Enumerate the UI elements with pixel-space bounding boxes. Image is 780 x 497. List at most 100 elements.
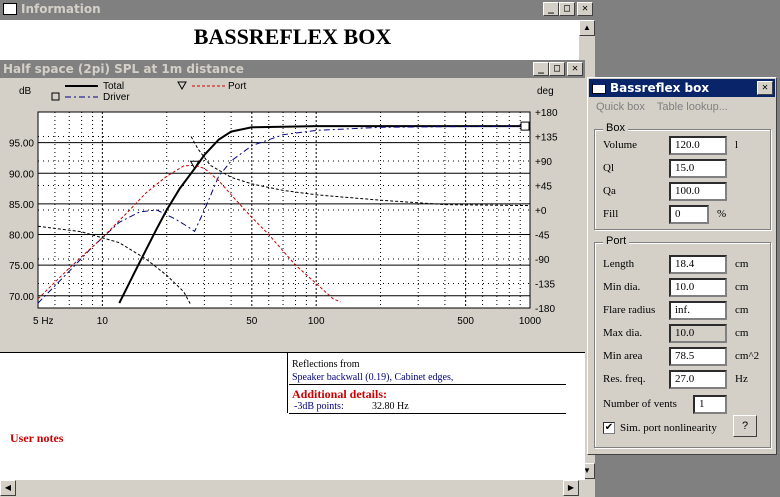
info-content: BASSREFLEX BOX bbox=[0, 20, 585, 62]
box-group: Box Volume l Ql Qa Fill % bbox=[594, 122, 771, 230]
box-group-label: Box bbox=[603, 122, 628, 134]
flare-radius-unit: cm bbox=[735, 304, 749, 316]
x-tick-label: 10 bbox=[97, 316, 109, 327]
length-label: Length bbox=[603, 258, 635, 270]
res-freq-unit: Hz bbox=[735, 373, 748, 385]
y-axis-right-label: deg bbox=[537, 86, 554, 97]
x-tick-label: 100 bbox=[308, 316, 325, 327]
dialog-titlebar[interactable]: Bassreflex box ✕ bbox=[589, 79, 775, 97]
y2-tick-label: +180 bbox=[535, 108, 558, 119]
scroll-left-arrow-icon[interactable]: ◀ bbox=[0, 480, 16, 496]
close-button[interactable]: ✕ bbox=[577, 2, 593, 16]
user-notes-title: User notes bbox=[10, 431, 64, 445]
legend-driver-label: Driver bbox=[103, 92, 130, 103]
length-input[interactable] bbox=[669, 254, 727, 274]
details-panel: Reflections from Speaker backwall (0.19)… bbox=[0, 352, 585, 480]
volume-input[interactable] bbox=[669, 135, 727, 155]
additional-details-title: Additional details: bbox=[292, 387, 388, 401]
legend-driver-marker bbox=[51, 92, 60, 101]
divider bbox=[289, 384, 566, 385]
flare-radius-input[interactable] bbox=[669, 300, 727, 320]
min-dia-label: Min dia. bbox=[603, 281, 641, 293]
y2-tick-label: -45 bbox=[535, 231, 550, 242]
divider bbox=[289, 413, 566, 414]
min-area-input[interactable] bbox=[669, 346, 727, 366]
legend-port-marker bbox=[177, 81, 187, 91]
maximize-button[interactable]: □ bbox=[559, 2, 575, 16]
menu-quick-box[interactable]: Quick box bbox=[596, 101, 645, 113]
maximize-button[interactable]: □ bbox=[549, 62, 565, 76]
info-window-titlebar[interactable]: Information _ □ ✕ bbox=[0, 0, 595, 18]
y2-tick-label: +45 bbox=[535, 182, 552, 193]
y2-tick-label: +0 bbox=[535, 206, 547, 217]
db-points-value: 32.80 Hz bbox=[372, 401, 409, 412]
y-axis-left-label: dB bbox=[19, 86, 32, 97]
max-dia-unit: cm bbox=[735, 327, 749, 339]
driver-marker bbox=[520, 121, 530, 131]
menu-table-lookup[interactable]: Table lookup... bbox=[657, 101, 728, 113]
port-group: Port Length cm Min dia. cm Flare radius … bbox=[594, 235, 771, 448]
graph-window-title: Half space (2pi) SPL at 1m distance bbox=[3, 62, 244, 76]
volume-unit: l bbox=[735, 139, 739, 151]
minimize-button[interactable]: _ bbox=[533, 62, 549, 76]
qa-input[interactable] bbox=[669, 181, 727, 201]
min-area-label: Min area bbox=[603, 350, 643, 362]
dialog-icon bbox=[592, 82, 606, 94]
num-vents-label: Number of vents bbox=[603, 398, 677, 410]
close-button[interactable]: ✕ bbox=[757, 81, 773, 95]
x-tick-label: 500 bbox=[457, 316, 474, 327]
legend-port-label: Port bbox=[228, 81, 247, 92]
ql-input[interactable] bbox=[669, 158, 727, 178]
min-area-unit: cm^2 bbox=[735, 350, 760, 362]
min-dia-unit: cm bbox=[735, 281, 749, 293]
scroll-right-arrow-icon[interactable]: ▶ bbox=[563, 480, 579, 496]
horizontal-scrollbar[interactable]: ◀ ▶ bbox=[0, 480, 585, 497]
info-window-title: Information bbox=[21, 2, 101, 16]
reflections-header: Reflections from bbox=[292, 359, 360, 370]
sim-nonlinearity-checkbox[interactable]: ✔ Sim. port nonlinearity bbox=[603, 418, 717, 438]
graph-window-titlebar[interactable]: Half space (2pi) SPL at 1m distance _ □ … bbox=[0, 60, 585, 78]
y-tick-label: 75.00 bbox=[9, 261, 34, 272]
y2-tick-label: -135 bbox=[535, 280, 555, 291]
res-freq-label: Res. freq. bbox=[603, 373, 646, 385]
legend-total-label: Total bbox=[103, 81, 124, 92]
min-dia-input[interactable] bbox=[669, 277, 727, 297]
length-unit: cm bbox=[735, 258, 749, 270]
y2-tick-label: -180 bbox=[535, 304, 555, 315]
ql-label: Ql bbox=[603, 162, 614, 174]
minimize-button[interactable]: _ bbox=[543, 2, 559, 16]
db-points-label: -3dB points: bbox=[294, 401, 344, 412]
max-dia-label: Max dia. bbox=[603, 327, 643, 339]
window-icon bbox=[3, 3, 17, 15]
x-tick-label: 5 Hz bbox=[33, 316, 54, 327]
reflections-items: Speaker backwall (0.19), Cabinet edges, bbox=[292, 372, 454, 383]
flare-radius-label: Flare radius bbox=[603, 304, 656, 316]
y-tick-label: 80.00 bbox=[9, 231, 34, 242]
fill-unit: % bbox=[717, 208, 727, 220]
spl-graph[interactable]: Total Driver Port dB deg 95.00 90.00 85.00… bbox=[0, 78, 585, 352]
dialog-title: Bassreflex box bbox=[610, 81, 710, 95]
close-button[interactable]: ✕ bbox=[567, 62, 583, 76]
scroll-up-arrow-icon[interactable]: ▲ bbox=[579, 20, 595, 36]
report-heading: BASSREFLEX BOX bbox=[193, 24, 392, 49]
checkmark-icon[interactable]: ✔ bbox=[603, 422, 615, 434]
y-tick-label: 70.00 bbox=[9, 292, 34, 303]
spl-chart: Total Driver Port dB deg 95.00 90.00 85.00… bbox=[9, 81, 558, 327]
y2-tick-label: -90 bbox=[535, 255, 550, 266]
y2-tick-label: +90 bbox=[535, 157, 552, 168]
fill-input[interactable] bbox=[669, 204, 709, 224]
res-freq-input[interactable] bbox=[669, 369, 727, 389]
help-button[interactable]: ? bbox=[733, 415, 757, 437]
y2-tick-label: +135 bbox=[535, 133, 558, 144]
y-tick-label: 90.00 bbox=[9, 169, 34, 180]
num-vents-input[interactable] bbox=[693, 394, 727, 414]
sim-nonlinearity-label: Sim. port nonlinearity bbox=[620, 422, 717, 434]
volume-label: Volume bbox=[603, 139, 638, 151]
y-tick-label: 85.00 bbox=[9, 200, 34, 211]
max-dia-input bbox=[669, 323, 727, 343]
x-tick-label: 1000 bbox=[519, 316, 542, 327]
port-group-label: Port bbox=[603, 235, 630, 247]
divider bbox=[287, 353, 288, 413]
qa-label: Qa bbox=[603, 185, 616, 197]
bassreflex-dialog: Bassreflex box ✕ Quick box Table lookup.… bbox=[587, 77, 777, 455]
